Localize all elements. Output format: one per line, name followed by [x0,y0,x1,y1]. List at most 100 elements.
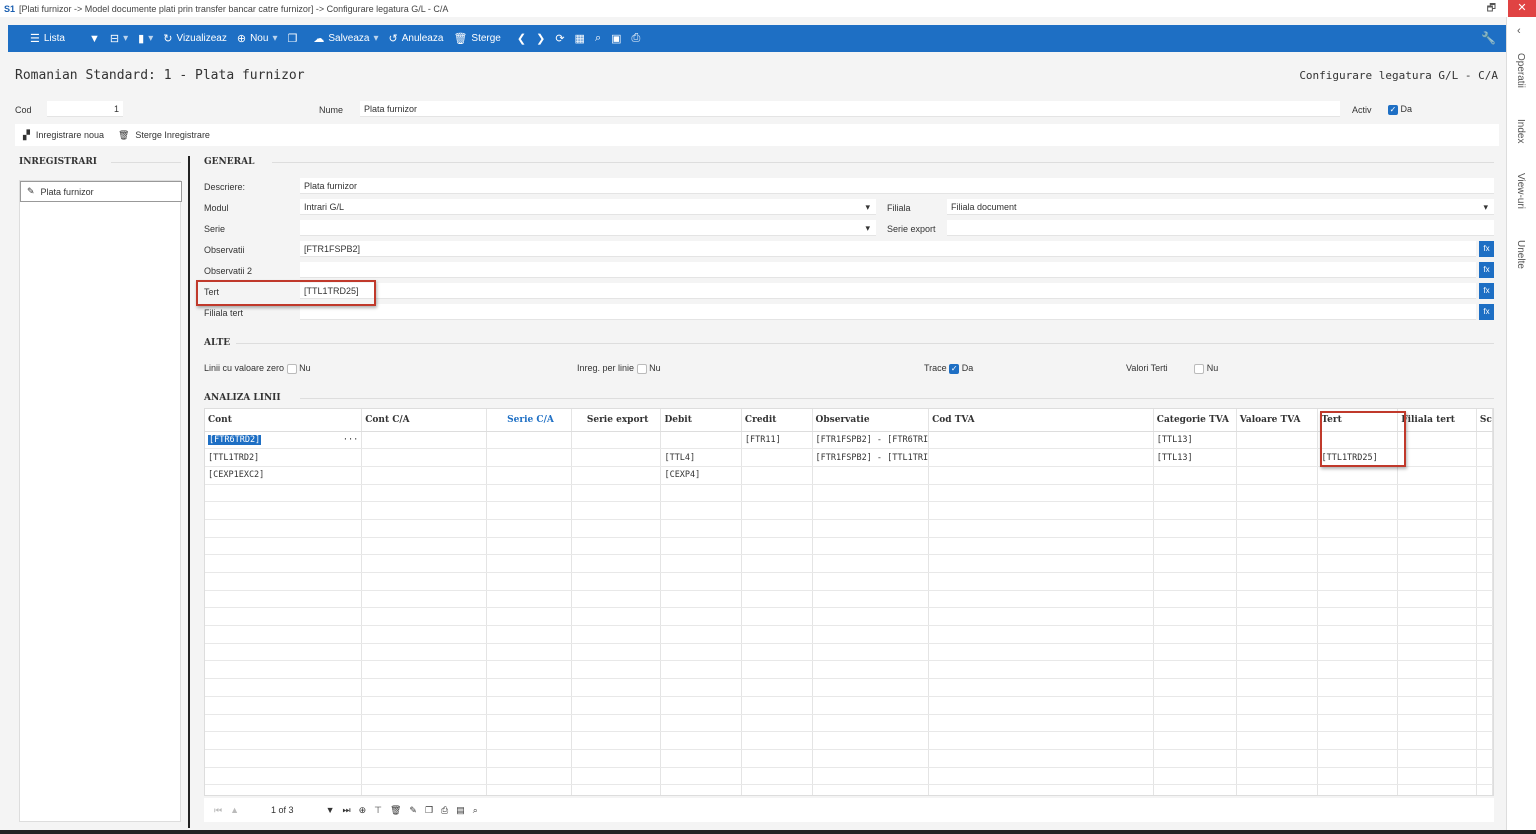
add-row-icon[interactable]: ⊕ [359,805,367,816]
table-cell[interactable] [1476,590,1493,609]
table-cell[interactable] [928,607,1154,627]
table-row[interactable] [205,784,1493,795]
restore-window-button[interactable]: 🗗 [1487,1,1496,18]
table-cell[interactable] [812,519,930,538]
table-cell[interactable] [741,643,813,662]
table-cell[interactable] [660,607,742,627]
table-cell[interactable] [571,431,662,450]
table-row[interactable] [205,714,1493,733]
table-cell[interactable] [1476,714,1493,733]
new-record-button[interactable]: Inregistrare noua [36,130,104,140]
table-cell[interactable] [571,696,662,715]
previous-button[interactable]: ❮ [517,32,526,45]
table-cell[interactable] [812,714,930,733]
table-cell[interactable] [571,767,662,786]
table-cell[interactable] [1397,678,1477,697]
rail-viewuri[interactable]: View-uri [1515,173,1526,209]
table-row[interactable] [205,767,1493,786]
copy-icon[interactable]: ❐ [425,805,433,816]
table-cell[interactable] [486,572,572,591]
vizualizeaza-button[interactable]: ↻ Vizualizeaz [163,32,227,45]
grid-button[interactable]: ▦ [575,32,585,45]
column-header[interactable]: Sc [1476,409,1493,432]
table-row[interactable] [205,572,1493,591]
print-button[interactable]: ⎙ [632,32,641,45]
table-cell[interactable] [741,519,813,538]
table-cell[interactable] [205,607,363,627]
reload-button[interactable]: ⟳ [555,32,564,45]
table-cell[interactable] [1476,767,1493,786]
table-row[interactable] [205,625,1493,644]
table-cell[interactable] [1153,572,1237,591]
table-cell[interactable] [928,784,1154,795]
layout-dropdown[interactable]: ⊟ ▾ [110,32,128,45]
table-cell[interactable]: [TTL1TRD2] [205,448,363,467]
table-cell[interactable]: [TTL13] [1153,448,1237,467]
table-cell[interactable] [660,590,742,609]
table-row[interactable] [205,749,1493,768]
serie-export-field[interactable] [947,220,1494,236]
table-cell[interactable] [571,448,662,467]
table-cell[interactable] [1476,484,1493,503]
table-cell[interactable]: [FTR6TRD2] ··· [205,431,363,450]
table-cell[interactable] [660,572,742,591]
table-row[interactable]: [CEXP1EXC2] [CEXP4] [205,466,1493,485]
table-cell[interactable] [1317,696,1399,715]
table-cell[interactable] [205,572,363,591]
table-cell[interactable] [1236,431,1319,450]
table-cell[interactable] [361,431,488,450]
table-cell[interactable] [1153,590,1237,609]
table-cell[interactable] [1397,784,1477,795]
table-cell[interactable] [812,466,930,485]
table-cell[interactable] [361,572,488,591]
table-cell[interactable] [1317,660,1399,680]
table-cell[interactable] [1236,466,1319,485]
table-cell[interactable] [741,607,813,627]
filiala-tert-field[interactable] [300,304,1476,320]
table-cell[interactable] [812,572,930,591]
table-cell[interactable] [741,590,813,609]
table-cell[interactable] [1476,607,1493,627]
table-cell[interactable] [361,731,488,750]
anuleaza-button[interactable]: ↺ Anuleaza [389,32,444,45]
table-cell[interactable] [205,484,363,503]
table-cell[interactable] [812,625,930,644]
table-cell[interactable] [928,660,1154,680]
table-cell[interactable] [1476,625,1493,644]
table-cell[interactable] [1153,625,1237,644]
trash-icon[interactable]: 🗑 [390,805,401,816]
table-cell[interactable] [812,678,930,697]
table-cell[interactable] [361,767,488,786]
bookmark-dropdown[interactable]: ▮ ▾ [138,32,153,45]
table-cell[interactable] [741,537,813,556]
table-cell[interactable] [1397,643,1477,662]
next-button[interactable]: ❯ [536,32,545,45]
cod-field[interactable]: 1 [47,101,123,117]
table-cell[interactable] [1236,714,1319,733]
table-cell[interactable] [1317,466,1399,485]
table-cell[interactable] [1397,554,1477,573]
table-cell[interactable] [205,519,363,538]
table-cell[interactable] [1476,731,1493,750]
table-cell[interactable] [1317,519,1399,538]
table-cell[interactable] [660,749,742,768]
table-cell[interactable] [1476,660,1493,680]
table-cell[interactable] [1397,572,1477,591]
table-cell[interactable] [571,572,662,591]
table-cell[interactable] [1317,749,1399,768]
table-cell[interactable] [1476,784,1493,795]
column-header[interactable]: Serie export [571,409,662,432]
tert-field[interactable]: [TTL1TRD25] [300,283,1476,299]
table-cell[interactable] [660,501,742,520]
table-cell[interactable] [205,678,363,697]
table-cell[interactable] [205,749,363,768]
table-cell[interactable] [928,678,1154,697]
table-cell[interactable] [928,519,1154,538]
table-cell[interactable] [928,767,1154,786]
table-cell[interactable] [812,484,930,503]
wrench-icon[interactable]: 🔧 [1481,31,1496,45]
table-cell[interactable] [741,784,813,795]
table-cell[interactable] [361,554,488,573]
table-cell[interactable] [571,590,662,609]
table-cell[interactable] [928,749,1154,768]
